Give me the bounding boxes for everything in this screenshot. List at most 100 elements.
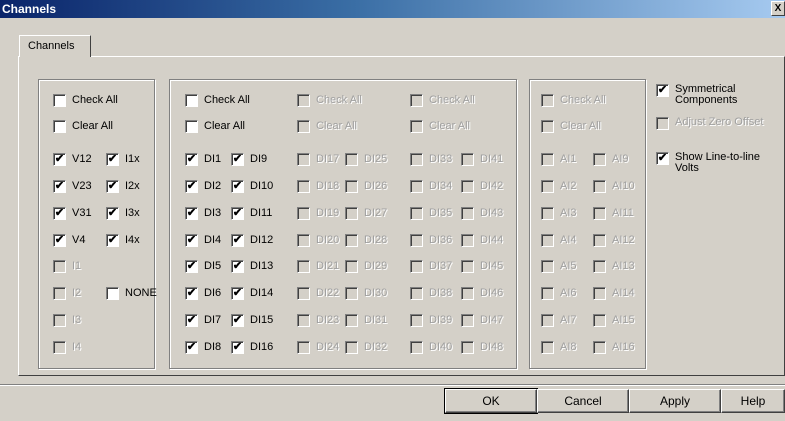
- checkbox-box: [461, 287, 474, 300]
- checkbox-label: AI5: [560, 260, 577, 272]
- checkbox-box: [345, 314, 358, 327]
- ok-button[interactable]: OK: [444, 388, 538, 414]
- checkbox-label: AI14: [612, 287, 635, 299]
- checkbox-label: NONE: [125, 287, 157, 299]
- checkbox-label: Clear All: [429, 120, 470, 132]
- window-title: Channels: [2, 2, 57, 16]
- checkbox-label: AI6: [560, 287, 577, 299]
- checkbox-box: [410, 94, 423, 107]
- checkbox-label: I3: [72, 314, 82, 326]
- checkbox-label: Check All: [429, 94, 475, 106]
- checkmark-icon: ✔: [106, 153, 119, 166]
- checkbox-box: [593, 234, 606, 247]
- checkbox-box: [345, 260, 358, 273]
- checkbox-box: [461, 153, 474, 166]
- checkbox-label: DI25: [364, 153, 388, 165]
- checkbox-label: DI44: [480, 234, 504, 246]
- checkbox-box: [593, 314, 606, 327]
- checkbox-box: [410, 260, 423, 273]
- checkmark-icon: ✔: [185, 287, 198, 300]
- checkbox-label: AI3: [560, 207, 577, 219]
- checkmark-icon: ✔: [185, 234, 198, 247]
- checkbox-box: [461, 207, 474, 220]
- checkmark-icon: ✔: [106, 207, 119, 220]
- checkbox-label: Check All: [204, 94, 250, 106]
- checkbox-box: [53, 94, 66, 107]
- checkbox-label: AI9: [612, 153, 629, 165]
- checkbox-box: [461, 234, 474, 247]
- checkbox-label: DI23: [316, 314, 340, 326]
- checkbox-label: I1x: [125, 153, 140, 165]
- checkbox-label: DI37: [429, 260, 453, 272]
- checkbox-label: DI26: [364, 180, 388, 192]
- checkbox-label: AI1: [560, 153, 577, 165]
- checkbox-box: [297, 234, 310, 247]
- checkbox-label: DI7: [204, 314, 222, 326]
- checkbox-box: [345, 153, 358, 166]
- checkbox-label: DI9: [250, 153, 268, 165]
- checkbox-label: Clear All: [316, 120, 357, 132]
- checkbox-box: [345, 234, 358, 247]
- checkbox-label: DI28: [364, 234, 388, 246]
- checkbox-box: [461, 341, 474, 354]
- checkbox-label: DI17: [316, 153, 340, 165]
- close-button[interactable]: X: [771, 1, 785, 16]
- checkbox-box: [541, 287, 554, 300]
- checkmark-icon: ✔: [53, 153, 66, 166]
- separator: [0, 384, 785, 386]
- checkmark-icon: ✔: [185, 260, 198, 273]
- checkmark-icon: ✔: [185, 180, 198, 193]
- apply-button[interactable]: Apply: [629, 389, 721, 413]
- checkbox-box: [541, 260, 554, 273]
- checkbox-label: Show Line-to-line Volts: [675, 151, 760, 174]
- checkbox-box: [106, 287, 119, 300]
- checkmark-icon: ✔: [231, 234, 244, 247]
- checkbox-label: DI4: [204, 234, 222, 246]
- checkbox-box: [461, 260, 474, 273]
- checkbox-box: [185, 94, 198, 107]
- checkbox-box: [297, 94, 310, 107]
- checkbox-label: DI35: [429, 207, 453, 219]
- checkmark-icon: ✔: [231, 207, 244, 220]
- checkbox-label: AI11: [612, 207, 634, 219]
- checkbox-label: I4: [72, 341, 82, 353]
- checkbox-label: Clear All: [72, 120, 113, 132]
- checkbox-box: [345, 341, 358, 354]
- checkbox-label: DI29: [364, 260, 388, 272]
- checkbox-label: AI10: [612, 180, 635, 192]
- checkmark-icon: ✔: [53, 207, 66, 220]
- checkbox-label: AI7: [560, 314, 577, 326]
- checkbox-label: DI39: [429, 314, 453, 326]
- checkbox-label: V23: [72, 180, 92, 192]
- checkbox-label: V4: [72, 234, 86, 246]
- checkbox-label: DI38: [429, 287, 453, 299]
- checkbox-label: DI8: [204, 341, 222, 353]
- checkbox-label: DI6: [204, 287, 222, 299]
- checkbox-label: DI40: [429, 341, 453, 353]
- checkbox-box: [53, 314, 66, 327]
- checkbox-label: I2x: [125, 180, 140, 192]
- checkbox-label: AI2: [560, 180, 577, 192]
- checkbox-box: [53, 287, 66, 300]
- checkbox-label: Adjust Zero Offset: [675, 116, 764, 128]
- help-button[interactable]: Help: [721, 389, 785, 413]
- checkbox-box: [297, 341, 310, 354]
- checkmark-icon: ✔: [231, 314, 244, 327]
- close-icon: X: [774, 3, 782, 14]
- checkbox-label: DI42: [480, 180, 504, 192]
- checkmark-icon: ✔: [231, 287, 244, 300]
- cancel-button[interactable]: Cancel: [537, 389, 629, 413]
- checkbox-label: DI18: [316, 180, 340, 192]
- checkbox-box: [410, 314, 423, 327]
- checkbox-label: Clear All: [560, 120, 601, 132]
- checkbox-box: [593, 260, 606, 273]
- checkbox-box: [410, 287, 423, 300]
- checkbox-box: [345, 207, 358, 220]
- checkbox-label: DI19: [316, 207, 340, 219]
- tab-channels[interactable]: Channels: [19, 35, 91, 57]
- checkmark-icon: ✔: [231, 260, 244, 273]
- checkbox-label: V31: [72, 207, 92, 219]
- checkmark-icon: ✔: [185, 314, 198, 327]
- checkmark-icon: ✔: [231, 153, 244, 166]
- checkbox-box: [297, 314, 310, 327]
